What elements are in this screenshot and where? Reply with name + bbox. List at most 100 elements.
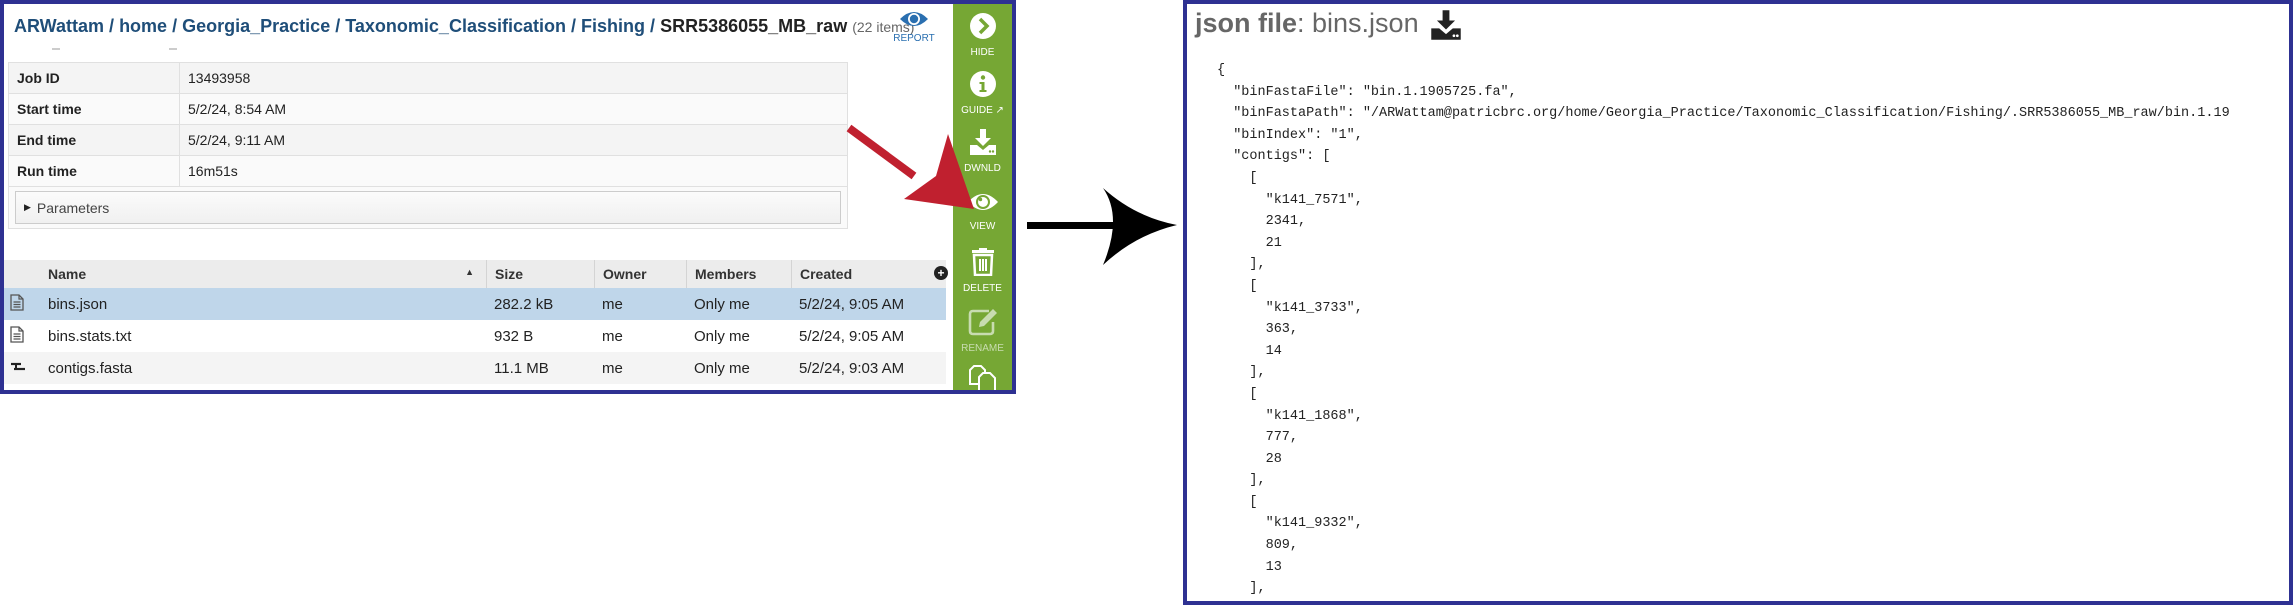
json-content: { "binFastaFile": "bin.1.1905725.fa", "b… — [1217, 60, 2230, 600]
breadcrumb-item[interactable]: ARWattam — [14, 16, 104, 36]
copy-button[interactable] — [953, 364, 1012, 390]
guide-button[interactable]: GUIDE ↗ — [953, 70, 1012, 116]
file-members: Only me — [694, 359, 750, 377]
json-line: ], — [1217, 581, 1266, 597]
file-name: contigs.fasta — [48, 359, 133, 377]
column-header-members[interactable]: Members — [686, 260, 791, 288]
json-viewer-panel: json file: bins.json { "binFastaFile": "… — [1183, 0, 2293, 605]
breadcrumb-item[interactable]: Taxonomic_Classification — [345, 16, 566, 36]
meta-row: Job ID 13493958 — [8, 62, 848, 94]
file-members: Only me — [694, 295, 750, 313]
file-created: 5/2/24, 9:05 AM — [799, 327, 905, 345]
report-label: REPORT — [893, 33, 935, 44]
json-line: 363, — [1217, 322, 1299, 338]
json-line: 28 — [1217, 451, 1282, 467]
file-size: 932 B — [494, 327, 534, 345]
breadcrumb-separator: / — [650, 16, 656, 36]
file-row[interactable]: contigs.fasta 11.1 MB me Only me 5/2/24,… — [4, 352, 946, 384]
file-owner: me — [602, 295, 623, 313]
file-row[interactable]: bins.stats.txt 932 B me Only me 5/2/24, … — [4, 320, 946, 352]
breadcrumb-separator: / — [571, 16, 577, 36]
json-line: 2341, — [1217, 214, 1307, 230]
external-link-icon: ↗ — [995, 105, 1004, 116]
column-label: Name — [48, 266, 87, 282]
divider — [52, 48, 60, 50]
meta-key: End time — [8, 124, 180, 156]
json-line: [ — [1217, 494, 1258, 510]
column-header-size[interactable]: Size — [486, 260, 594, 288]
file-size: 282.2 kB — [494, 295, 554, 313]
meta-row: End time 5/2/24, 9:11 AM — [8, 124, 848, 156]
file-name: bins.json — [48, 295, 108, 313]
divider — [169, 48, 177, 50]
sort-ascending-icon[interactable]: ▲ — [465, 267, 474, 277]
file-grid: Name ▲ Size Owner Members Created + bins… — [4, 260, 948, 384]
meta-key: Run time — [8, 155, 180, 187]
breadcrumb-separator: / — [172, 16, 178, 36]
json-line: [ — [1217, 170, 1258, 186]
delete-label: DELETE — [963, 283, 1002, 294]
download-icon[interactable] — [1429, 8, 1463, 42]
file-owner: me — [602, 359, 623, 377]
breadcrumb-separator: / — [335, 16, 341, 36]
file-created: 5/2/24, 9:03 AM — [799, 359, 905, 377]
meta-value: 5/2/24, 9:11 AM — [179, 124, 848, 156]
edit-icon — [968, 309, 997, 336]
arrow-right-icon — [1027, 188, 1177, 265]
rename-label: RENAME — [961, 343, 1004, 354]
breadcrumb-item[interactable]: Fishing — [581, 16, 645, 36]
column-header-created[interactable]: Created — [791, 260, 946, 288]
delete-button[interactable]: DELETE — [953, 246, 1012, 294]
json-line: 14 — [1217, 343, 1282, 359]
json-line: "k141_1868", — [1217, 408, 1363, 424]
column-header-owner[interactable]: Owner — [594, 260, 686, 288]
grid-header: Name ▲ Size Owner Members Created + — [4, 260, 948, 288]
eye-icon — [900, 12, 928, 26]
meta-row: Run time 16m51s — [8, 155, 848, 187]
file-row[interactable]: bins.json 282.2 kB me Only me 5/2/24, 9:… — [4, 288, 946, 320]
hide-label: HIDE — [970, 47, 995, 58]
chevron-right-circle-icon — [969, 13, 996, 39]
breadcrumb-separator: / — [109, 16, 115, 36]
parameters-toggle[interactable]: ▶ Parameters — [15, 191, 841, 224]
contigs-icon — [4, 360, 44, 377]
add-column-icon[interactable]: + — [934, 266, 948, 280]
workspace-panel: ARWattam / home / Georgia_Practice / Tax… — [0, 0, 1016, 394]
hide-button[interactable]: HIDE — [953, 12, 1012, 58]
json-line: ], — [1217, 365, 1266, 381]
meta-value: 5/2/24, 8:54 AM — [179, 93, 848, 125]
info-circle-icon — [969, 71, 996, 97]
json-line: { — [1217, 63, 1226, 78]
json-line: 777, — [1217, 430, 1299, 446]
report-button[interactable]: REPORT — [888, 8, 940, 44]
json-line: 21 — [1217, 235, 1282, 251]
trash-icon — [971, 248, 994, 277]
meta-value: 13493958 — [179, 62, 848, 94]
file-text-icon — [4, 325, 44, 347]
caret-right-icon: ▶ — [24, 202, 31, 212]
json-line: [ — [1217, 278, 1258, 294]
breadcrumb-item[interactable]: Georgia_Practice — [182, 16, 330, 36]
json-line: "binFastaFile": "bin.1.1905725.fa", — [1217, 84, 1517, 100]
breadcrumb: ARWattam / home / Georgia_Practice / Tax… — [14, 16, 914, 37]
job-meta-table: Job ID 13493958 Start time 5/2/24, 8:54 AM… — [8, 62, 848, 187]
json-line: [ — [1217, 386, 1258, 402]
json-line: "binFastaPath": "/ARWattam@patricbrc.org… — [1217, 106, 2230, 122]
meta-key: Job ID — [8, 62, 180, 94]
json-line: "binIndex": "1", — [1217, 127, 1363, 143]
json-line: 809, — [1217, 538, 1299, 554]
file-size: 11.1 MB — [494, 359, 549, 377]
breadcrumb-current: SRR5386055_MB_raw — [660, 16, 848, 36]
copy-icon — [968, 365, 996, 390]
json-line: "k141_3733", — [1217, 300, 1363, 316]
viewer-title-type: json file — [1195, 8, 1298, 38]
meta-value: 16m51s — [179, 155, 848, 187]
file-text-icon — [4, 293, 44, 315]
annotation-arrow-red — [846, 124, 974, 209]
column-header-name[interactable]: Name ▲ — [44, 266, 486, 282]
breadcrumb-item[interactable]: home — [119, 16, 167, 36]
viewer-title: json file: bins.json — [1195, 8, 1419, 39]
viewer-title-filename: : bins.json — [1297, 8, 1419, 38]
json-line: "k141_9332", — [1217, 516, 1363, 532]
rename-button[interactable]: RENAME — [953, 306, 1012, 354]
